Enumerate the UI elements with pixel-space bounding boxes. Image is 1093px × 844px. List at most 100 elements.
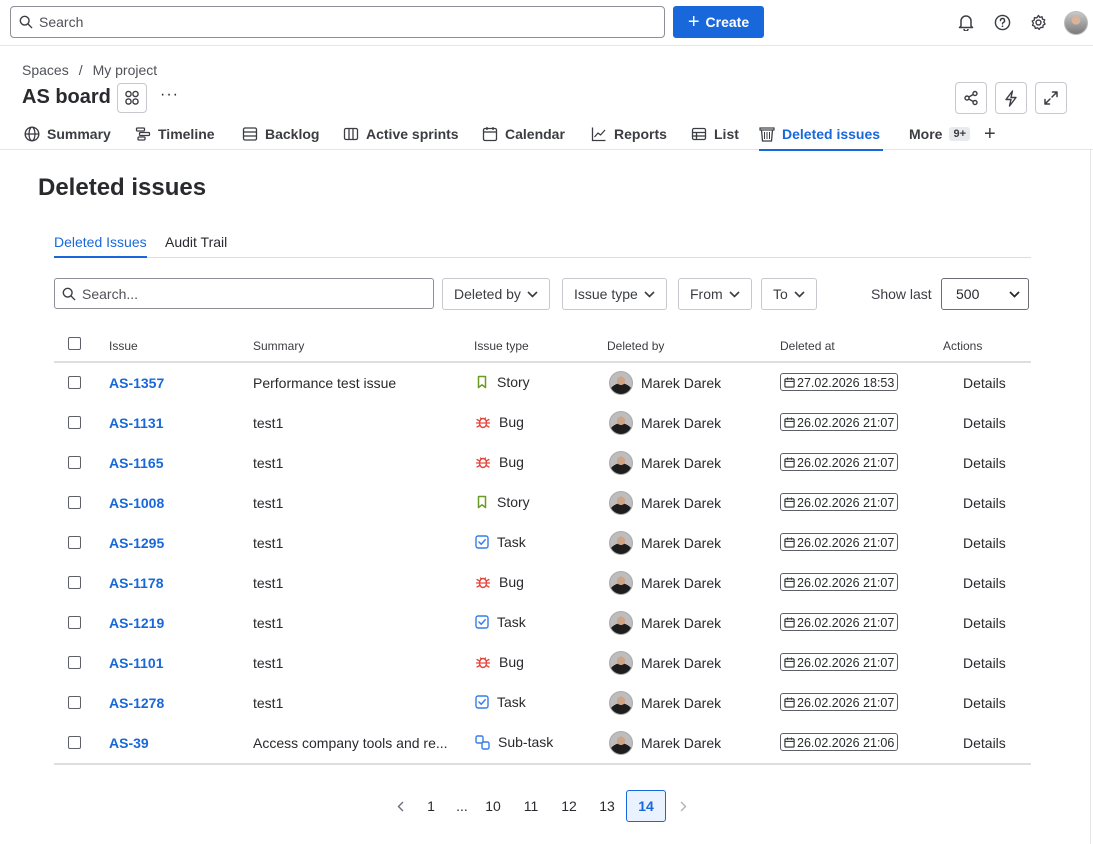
filter-deleted-by[interactable]: Deleted by: [442, 278, 550, 310]
deleted-at-value: 26.02.2026 21:07: [797, 535, 895, 550]
filter-from[interactable]: From: [678, 278, 752, 310]
details-link[interactable]: Details: [963, 655, 1006, 671]
issue-key-link[interactable]: AS-1101: [109, 655, 163, 671]
page-10[interactable]: 10: [474, 790, 512, 822]
deleted-at-value: 26.02.2026 21:06: [797, 735, 895, 750]
timeline-icon: [135, 127, 151, 141]
subtab-audit-trail[interactable]: Audit Trail: [165, 234, 227, 258]
issue-search-input[interactable]: [82, 285, 412, 302]
issue-summary: test1: [253, 655, 284, 671]
column-header-issue[interactable]: Issue: [109, 339, 138, 353]
issue-type-label: Task: [497, 614, 526, 630]
details-link[interactable]: Details: [963, 455, 1006, 471]
page-12[interactable]: 12: [550, 790, 588, 822]
filter-to[interactable]: To: [761, 278, 817, 310]
table-bottom-border: [54, 763, 1031, 765]
team-button[interactable]: [117, 83, 147, 113]
details-link[interactable]: Details: [963, 615, 1006, 631]
row-checkbox[interactable]: [68, 456, 81, 469]
issue-key-link[interactable]: AS-39: [109, 735, 149, 751]
add-tab-plus-icon[interactable]: +: [984, 118, 996, 150]
trash-icon: [759, 127, 775, 142]
global-search-input[interactable]: Search: [10, 6, 665, 38]
details-link[interactable]: Details: [963, 375, 1006, 391]
row-checkbox[interactable]: [68, 576, 81, 589]
issue-summary: Performance test issue: [253, 375, 397, 391]
row-checkbox[interactable]: [68, 416, 81, 429]
details-link[interactable]: Details: [963, 575, 1006, 591]
row-checkbox[interactable]: [68, 496, 81, 509]
column-header-actions: Actions: [943, 339, 983, 353]
automation-button[interactable]: [995, 82, 1027, 114]
issue-key-link[interactable]: AS-1278: [109, 695, 164, 711]
issue-key-link[interactable]: AS-1131: [109, 415, 163, 431]
details-link[interactable]: Details: [963, 415, 1006, 431]
more-actions-button[interactable]: ···: [160, 86, 179, 104]
more-count-badge: 9+: [949, 127, 970, 141]
create-button[interactable]: + Create: [673, 6, 764, 38]
settings-gear-icon[interactable]: [1027, 11, 1049, 33]
issue-key-link[interactable]: AS-1295: [109, 535, 164, 551]
row-checkbox[interactable]: [68, 696, 81, 709]
select-all-checkbox[interactable]: [68, 337, 81, 350]
tab-more[interactable]: More 9+: [909, 118, 970, 150]
tab-timeline[interactable]: Timeline: [135, 118, 215, 150]
show-last-select[interactable]: 500: [941, 278, 1029, 310]
tab-summary[interactable]: Summary: [24, 118, 111, 150]
issue-key-link[interactable]: AS-1165: [109, 455, 163, 471]
notifications-bell-icon[interactable]: [955, 11, 977, 33]
column-header-summary[interactable]: Summary: [253, 339, 304, 353]
issue-search-field[interactable]: [54, 278, 434, 309]
deleted-at-badge: 26.02.2026 21:07: [780, 573, 899, 591]
row-checkbox[interactable]: [68, 376, 81, 389]
filter-issue-type[interactable]: Issue type: [562, 278, 667, 310]
breadcrumb-project[interactable]: My project: [93, 62, 158, 78]
prev-page-chevron-left-icon[interactable]: [388, 790, 412, 822]
user-avatar: [609, 411, 633, 435]
tab-active-sprints[interactable]: Active sprints: [343, 118, 459, 150]
column-header-issue-type[interactable]: Issue type: [474, 339, 529, 353]
calendar-icon: [482, 127, 498, 142]
tab-calendar-label: Calendar: [505, 126, 565, 142]
details-link[interactable]: Details: [963, 535, 1006, 551]
issue-key-link[interactable]: AS-1178: [109, 575, 163, 591]
column-header-deleted-by[interactable]: Deleted by: [607, 339, 664, 353]
details-link[interactable]: Details: [963, 695, 1006, 711]
row-checkbox[interactable]: [68, 616, 81, 629]
tab-backlog-label: Backlog: [265, 126, 320, 142]
tab-reports[interactable]: Reports: [591, 118, 667, 150]
fullscreen-button[interactable]: [1035, 82, 1067, 114]
page-13[interactable]: 13: [588, 790, 626, 822]
tab-calendar[interactable]: Calendar: [482, 118, 565, 150]
deleted-by-user: Marek Darek: [609, 371, 721, 395]
column-header-deleted-at[interactable]: Deleted at: [780, 339, 835, 353]
help-icon[interactable]: [991, 11, 1013, 33]
deleted-at-value: 26.02.2026 21:07: [797, 695, 895, 710]
deleted-at-badge: 27.02.2026 18:53: [780, 373, 899, 391]
details-link[interactable]: Details: [963, 495, 1006, 511]
page-11[interactable]: 11: [512, 790, 550, 822]
breadcrumb-spaces[interactable]: Spaces: [22, 62, 69, 78]
task-icon: [475, 535, 489, 549]
subtask-icon: [475, 734, 490, 750]
deleted-by-name: Marek Darek: [641, 575, 722, 591]
user-avatar[interactable]: [1064, 11, 1088, 35]
row-checkbox[interactable]: [68, 656, 81, 669]
details-link[interactable]: Details: [963, 735, 1006, 751]
issue-key-link[interactable]: AS-1357: [109, 375, 164, 391]
tab-list[interactable]: List: [691, 118, 739, 150]
page-14-current[interactable]: 14: [626, 790, 666, 822]
tab-deleted-issues[interactable]: Deleted issues: [759, 118, 884, 151]
subtab-deleted-issues[interactable]: Deleted Issues: [54, 234, 147, 258]
issue-type: Story: [475, 494, 530, 510]
deleted-at-badge: 26.02.2026 21:07: [780, 413, 899, 431]
tab-backlog[interactable]: Backlog: [242, 118, 319, 150]
issue-key-link[interactable]: AS-1219: [109, 615, 164, 631]
row-checkbox[interactable]: [68, 536, 81, 549]
page-1[interactable]: 1: [412, 790, 450, 822]
row-checkbox[interactable]: [68, 736, 81, 749]
next-page-chevron-right-icon[interactable]: [666, 790, 700, 822]
share-button[interactable]: [955, 82, 987, 114]
issue-key-link[interactable]: AS-1008: [109, 495, 164, 511]
board-title: AS board: [22, 86, 111, 108]
